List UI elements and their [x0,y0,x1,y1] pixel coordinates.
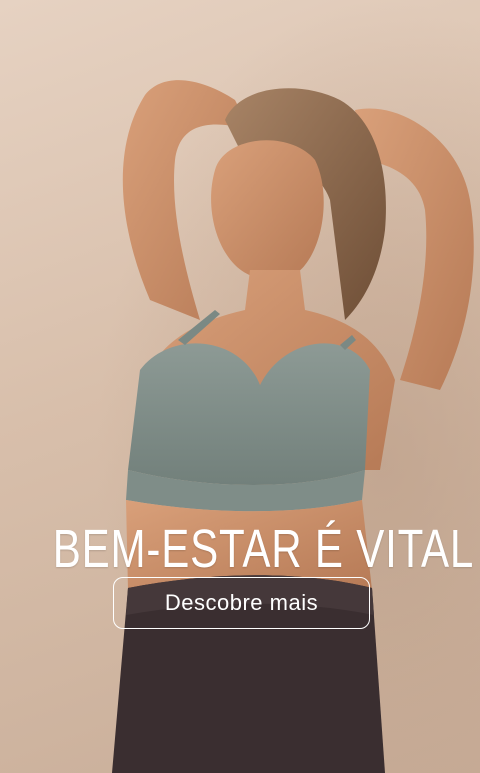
discover-more-button[interactable]: Descobre mais [113,577,370,629]
hero-banner[interactable]: BEM-ESTAR É VITAL Descobre mais [0,0,480,773]
hero-headline: BEM-ESTAR É VITAL [52,519,475,580]
hero-photo [0,0,480,773]
